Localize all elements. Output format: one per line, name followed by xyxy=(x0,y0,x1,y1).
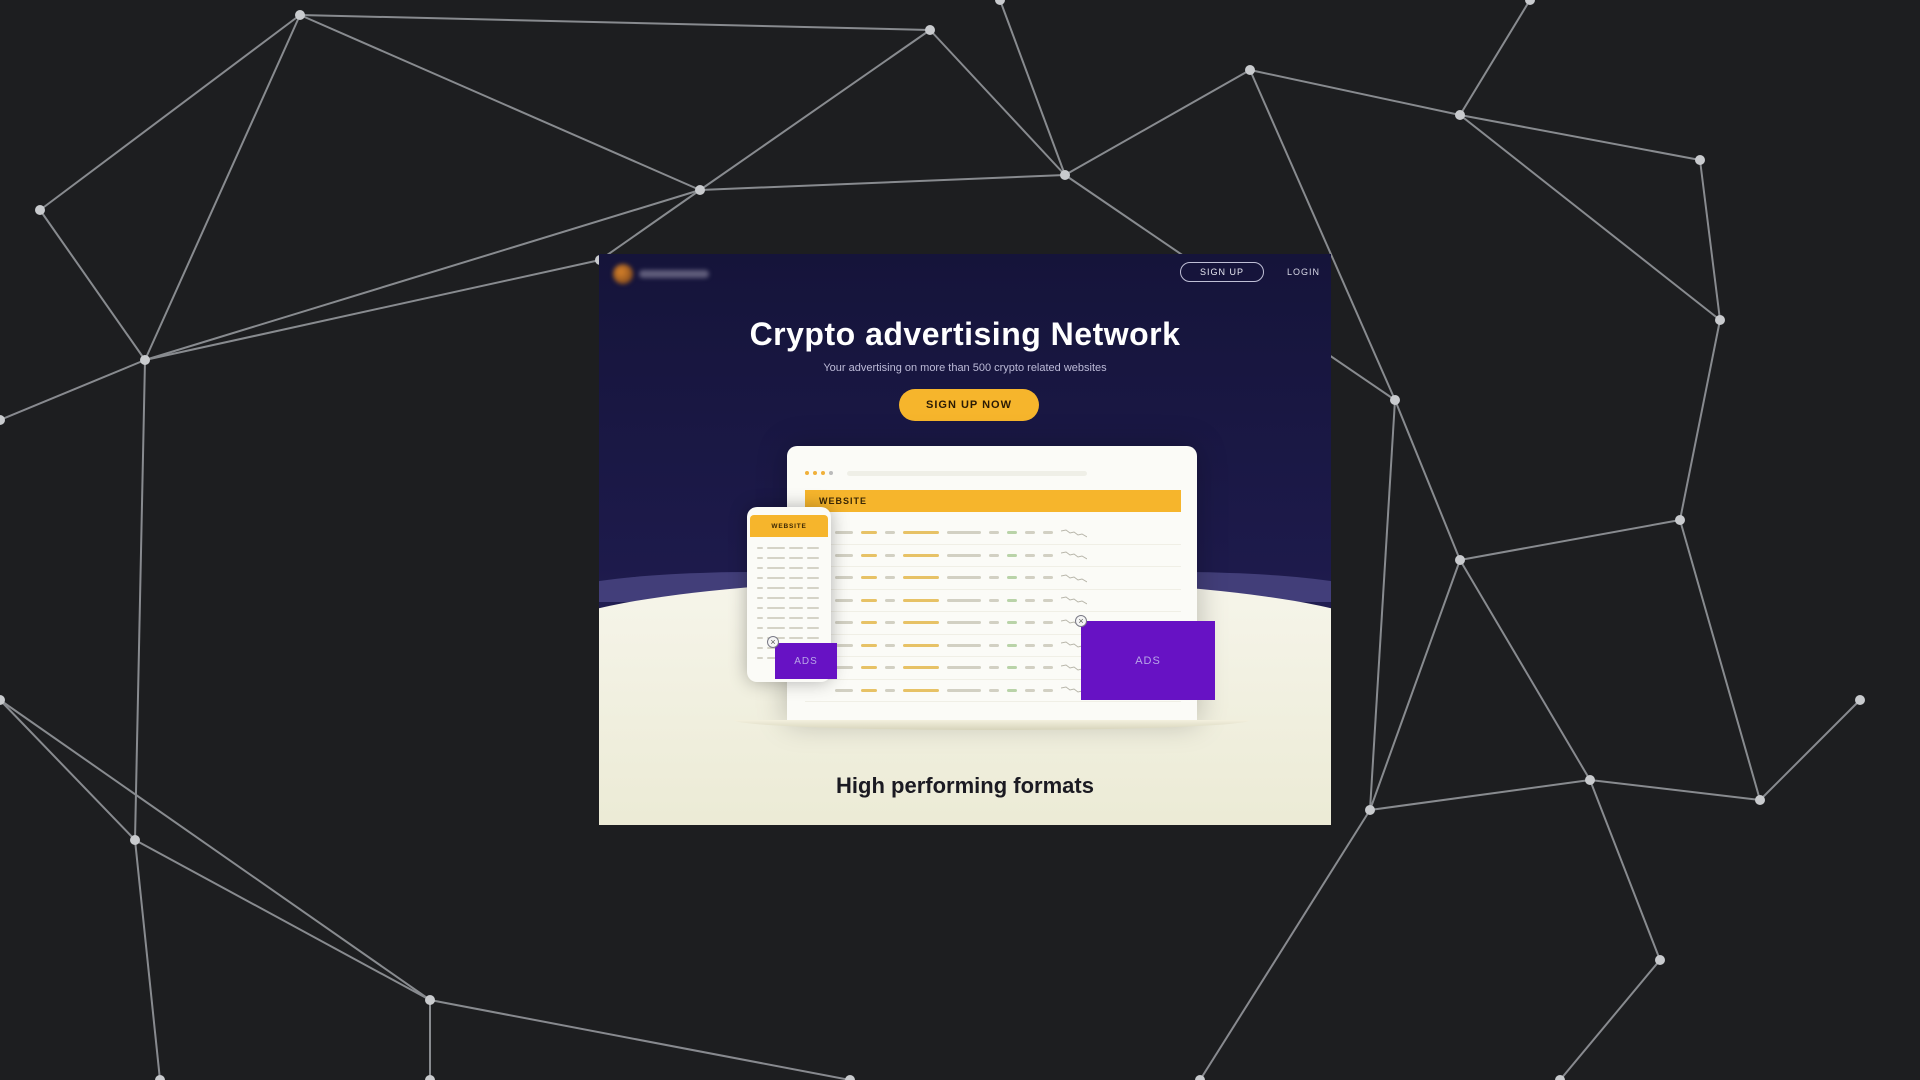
network-line xyxy=(1699,159,1721,321)
network-node xyxy=(140,355,150,365)
signup-button[interactable]: SIGN UP xyxy=(1180,262,1264,282)
browser-url-bar xyxy=(847,470,1087,476)
network-line xyxy=(1459,559,1591,781)
list-item xyxy=(757,583,823,593)
network-line xyxy=(1249,69,1461,116)
network-line xyxy=(134,839,431,1001)
network-line xyxy=(134,359,146,841)
sparkline-icon xyxy=(1061,574,1087,583)
network-node xyxy=(425,1075,435,1080)
network-node xyxy=(1455,110,1465,120)
network-line xyxy=(1199,809,1371,1080)
network-line xyxy=(0,699,431,1001)
network-line xyxy=(299,14,701,191)
network-node xyxy=(130,835,140,845)
network-line xyxy=(999,0,1066,176)
formats-heading: High performing formats xyxy=(836,773,1094,798)
list-item xyxy=(757,543,823,553)
network-line xyxy=(1459,114,1701,161)
network-line xyxy=(144,14,301,361)
logo-icon xyxy=(613,264,633,284)
network-line xyxy=(1559,959,1661,1080)
phone-site-header: WEBSITE xyxy=(750,515,828,537)
network-line xyxy=(1369,779,1591,811)
laptop-site-header: WEBSITE xyxy=(805,490,1181,512)
list-item xyxy=(757,623,823,633)
close-icon[interactable]: × xyxy=(1075,615,1087,627)
network-node xyxy=(925,25,935,35)
network-node xyxy=(695,185,705,195)
ad-banner-large[interactable]: ADS xyxy=(1081,621,1215,700)
network-line xyxy=(429,999,851,1080)
network-node xyxy=(1245,65,1255,75)
network-line xyxy=(1589,779,1661,961)
network-node xyxy=(1675,515,1685,525)
network-line xyxy=(299,14,931,31)
list-item xyxy=(757,553,823,563)
network-line xyxy=(0,699,136,841)
list-item xyxy=(757,593,823,603)
close-icon[interactable]: × xyxy=(767,636,779,648)
browser-toolbar xyxy=(805,468,1181,478)
network-node xyxy=(295,10,305,20)
hero-title: Crypto advertising Network xyxy=(749,316,1181,352)
laptop-site-label: WEBSITE xyxy=(819,496,868,506)
sparkline-icon xyxy=(1061,596,1087,605)
network-node xyxy=(1365,805,1375,815)
list-item xyxy=(757,563,823,573)
table-row xyxy=(805,567,1181,590)
brand-logo[interactable] xyxy=(613,264,709,284)
network-line xyxy=(39,209,146,361)
network-node xyxy=(845,1075,855,1080)
network-node xyxy=(1655,955,1665,965)
list-item xyxy=(757,573,823,583)
list-item xyxy=(757,613,823,623)
phone-site-label: WEBSITE xyxy=(771,522,807,530)
network-line xyxy=(1459,519,1681,561)
network-line xyxy=(134,839,161,1080)
logo-wordmark xyxy=(639,270,709,278)
network-line xyxy=(929,29,1066,176)
network-node xyxy=(995,0,1005,5)
list-item xyxy=(757,603,823,613)
network-node xyxy=(425,995,435,1005)
sparkline-icon xyxy=(1061,529,1087,538)
hero-subtitle: Your advertising on more than 500 crypto… xyxy=(823,362,1107,374)
signup-now-button[interactable]: SIGN UP NOW xyxy=(899,389,1039,421)
network-line xyxy=(39,14,301,211)
network-line xyxy=(144,259,601,361)
promo-card: SIGN UP LOGIN Crypto advertising Network… xyxy=(599,254,1331,825)
network-line xyxy=(1064,69,1251,176)
table-row xyxy=(805,590,1181,612)
network-line xyxy=(699,29,931,191)
network-node xyxy=(1755,795,1765,805)
network-node xyxy=(1455,555,1465,565)
network-line xyxy=(1459,0,1531,116)
network-line xyxy=(1459,114,1721,321)
login-link[interactable]: LOGIN xyxy=(1287,262,1320,282)
network-node xyxy=(1585,775,1595,785)
network-line xyxy=(1679,319,1721,521)
network-line xyxy=(0,359,146,421)
network-node xyxy=(155,1075,165,1080)
network-line xyxy=(1679,519,1761,801)
network-node xyxy=(1855,695,1865,705)
network-line xyxy=(1759,699,1861,801)
network-node xyxy=(0,415,5,425)
sparkline-icon xyxy=(1061,551,1087,560)
network-line xyxy=(699,174,1066,191)
network-line xyxy=(1589,779,1761,801)
network-node xyxy=(1695,155,1705,165)
network-node xyxy=(1715,315,1725,325)
table-row xyxy=(805,522,1181,545)
network-line xyxy=(1394,399,1461,561)
network-node xyxy=(1390,395,1400,405)
network-line xyxy=(599,189,701,261)
network-node xyxy=(1060,170,1070,180)
network-node xyxy=(35,205,45,215)
ad-banner-small[interactable]: ADS xyxy=(775,643,837,679)
table-row xyxy=(805,545,1181,567)
